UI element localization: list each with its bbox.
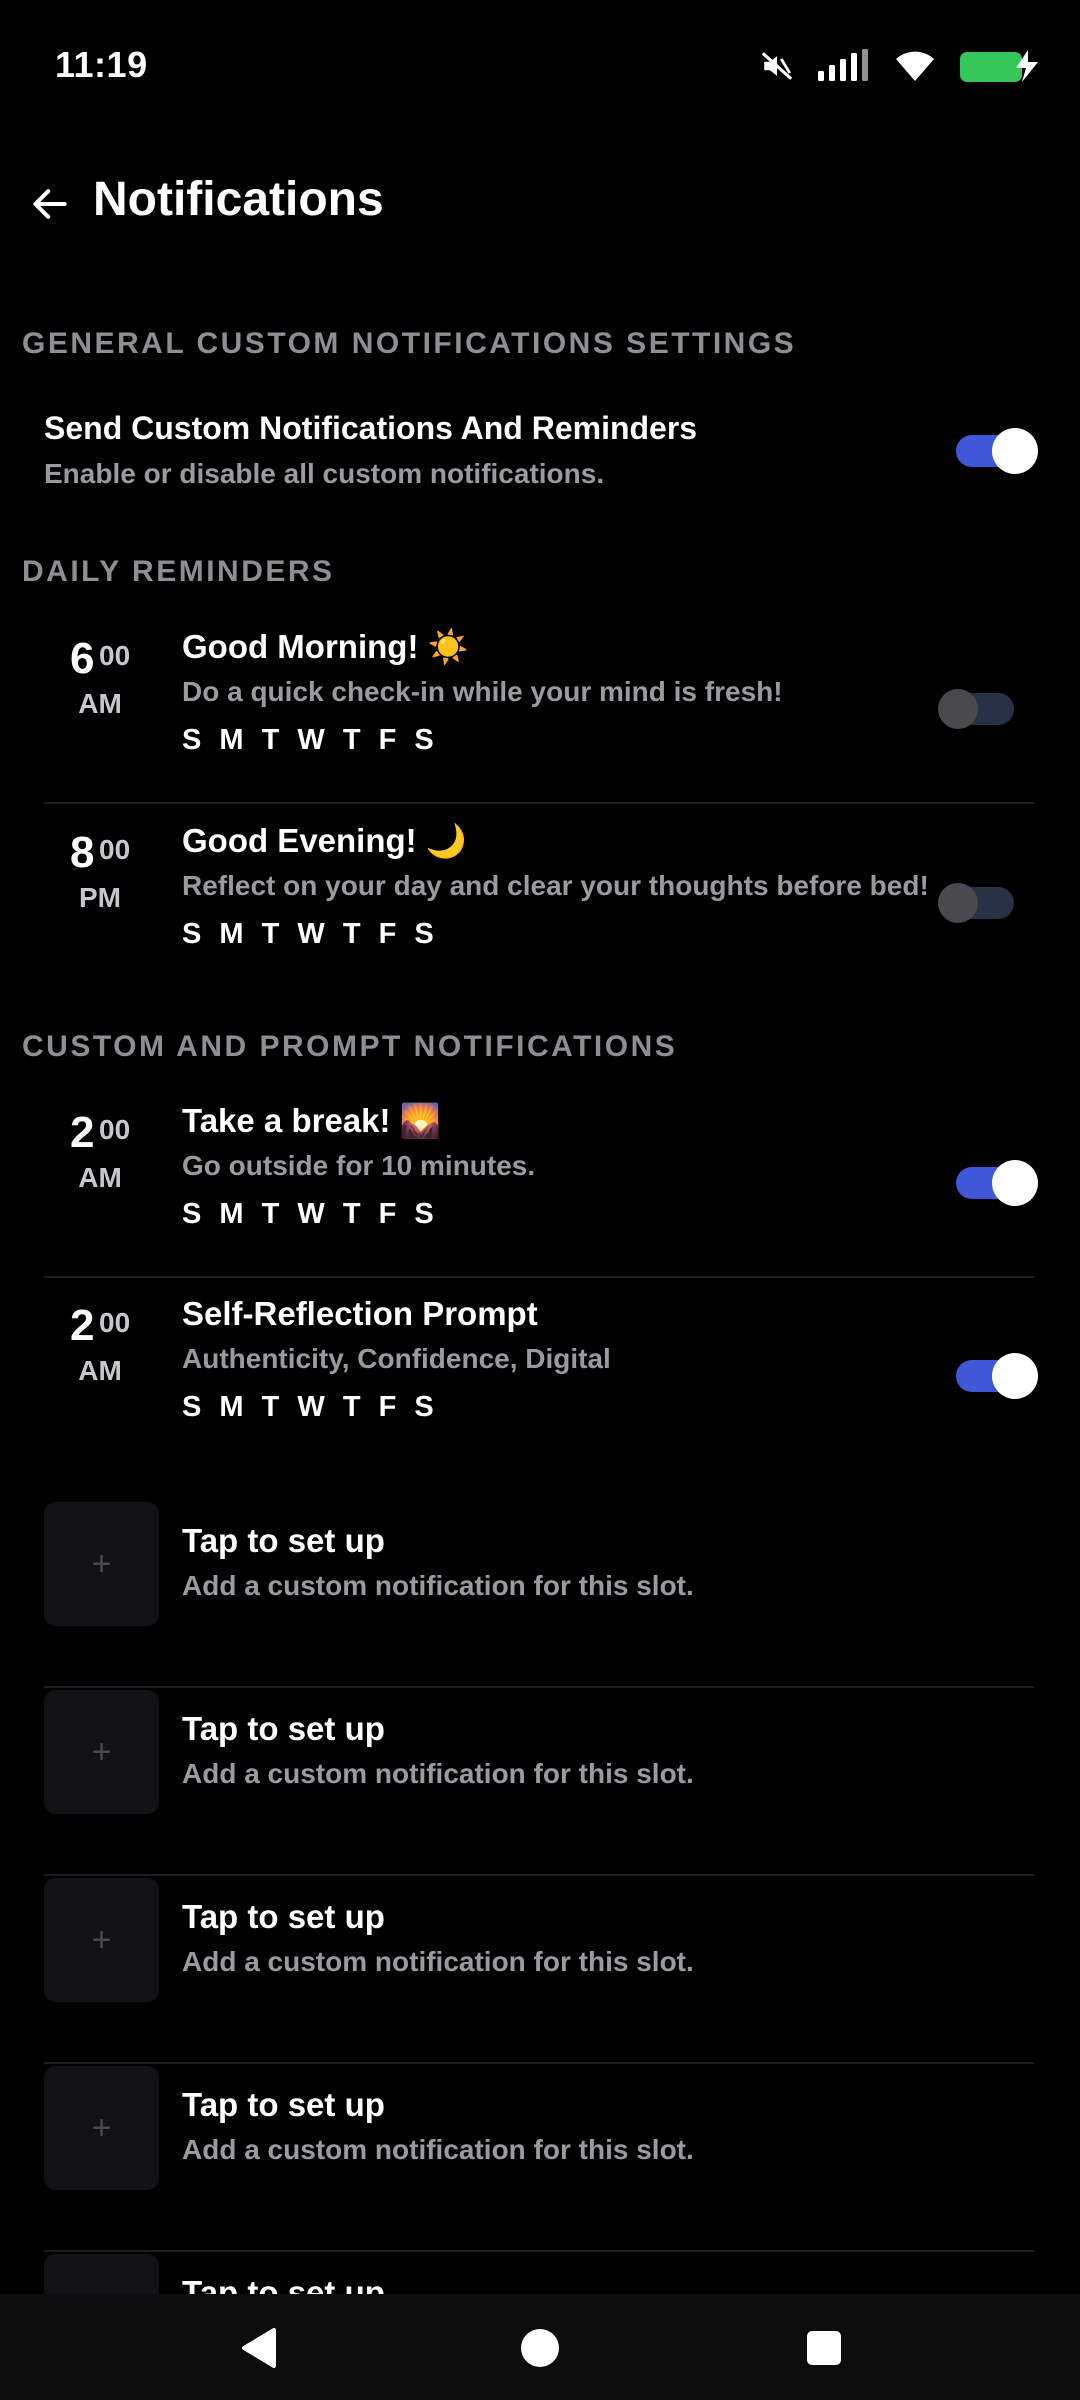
arrow-left-icon (28, 182, 72, 231)
reminder-days: S M T W T F S (182, 724, 439, 756)
slot-subtitle: Add a custom notification for this slot. (182, 2134, 694, 2165)
slot-subtitle: Add a custom notification for this slot. (182, 1758, 694, 1789)
plus-icon: + (44, 2066, 159, 2190)
time-hour: 8 (70, 828, 95, 877)
time-ampm: AM (78, 688, 122, 719)
plus-icon: + (44, 1690, 159, 1814)
page-title: Notifications (93, 173, 384, 226)
reminder-subtitle: Do a quick check-in while your mind is f… (182, 676, 783, 707)
toggle-knob (992, 1353, 1038, 1399)
back-button[interactable] (22, 178, 78, 234)
toggle-knob (938, 689, 978, 729)
reminder-toggle-switch[interactable] (938, 684, 1018, 729)
reminder-toggle-switch[interactable] (956, 1351, 1038, 1399)
time-hour: 2 (70, 1108, 95, 1157)
empty-slot-row[interactable]: + Tap to set up Add a custom notificatio… (44, 1876, 1034, 2064)
reminder-row-evening[interactable]: 8 00 PM Good Evening! 🌙 Reflect on your … (44, 808, 1034, 998)
time-minute: 00 (99, 1114, 131, 1145)
reminder-subtitle: Authenticity, Confidence, Digital (182, 1343, 611, 1374)
nav-back-button[interactable] (230, 2322, 286, 2378)
plus-icon: + (44, 1878, 159, 2002)
status-bar: 11:19 (0, 0, 1080, 130)
reminder-title: Self-Reflection Prompt (182, 1295, 538, 1332)
reminder-time: 2 00 AM (44, 1108, 156, 1228)
master-toggle-title: Send Custom Notifications And Reminders (44, 410, 698, 446)
slot-title: Tap to set up (182, 1898, 385, 1935)
empty-slot-row[interactable]: + Tap to set up Add a custom notificatio… (44, 2064, 1034, 2252)
nav-home-button[interactable] (512, 2322, 568, 2378)
reminder-subtitle: Reflect on your day and clear your thoug… (182, 870, 929, 901)
master-toggle-subtitle: Enable or disable all custom notificatio… (44, 458, 605, 489)
time-hour: 2 (70, 1301, 95, 1350)
time-minute: 00 (99, 1307, 131, 1338)
status-time: 11:19 (55, 44, 148, 85)
reminder-title: Good Morning! ☀️ (182, 628, 469, 665)
time-minute: 00 (99, 834, 131, 865)
reminder-row-morning[interactable]: 6 00 AM Good Morning! ☀️ Do a quick chec… (44, 614, 1034, 804)
toggle-knob (938, 883, 978, 923)
reminder-days: S M T W T F S (182, 918, 439, 950)
battery-charging-icon (958, 48, 1040, 84)
toggle-knob (992, 1160, 1038, 1206)
empty-slot-row[interactable]: + Tap to set up Add a custom notificatio… (44, 1688, 1034, 1876)
time-hour: 6 (70, 634, 95, 683)
row-divider (44, 1276, 1034, 1278)
nav-recents-button[interactable] (796, 2322, 852, 2378)
app-bar: Notifications (0, 160, 1080, 250)
reminder-days: S M T W T F S (182, 1391, 439, 1423)
section-heading-general: GENERAL CUSTOM NOTIFICATIONS SETTINGS (22, 327, 797, 360)
empty-slot-row[interactable]: + Tap to set up Add a custom notificatio… (44, 1500, 1034, 1688)
reminder-toggle-switch[interactable] (956, 1158, 1038, 1206)
signal-icon (816, 49, 872, 83)
slot-subtitle: Add a custom notification for this slot. (182, 1946, 694, 1977)
section-heading-custom: CUSTOM AND PROMPT NOTIFICATIONS (22, 1030, 678, 1063)
time-minute: 00 (99, 640, 131, 671)
custom-notification-row-prompt[interactable]: 2 00 AM Self-Reflection Prompt Authentic… (44, 1281, 1038, 1471)
recents-square-icon (805, 2329, 843, 2372)
home-circle-icon (519, 2327, 561, 2374)
slot-title: Tap to set up (182, 2086, 385, 2123)
row-divider (44, 802, 1034, 804)
custom-notification-row-break[interactable]: 2 00 AM Take a break! 🌄 Go outside for 1… (44, 1088, 1038, 1278)
master-toggle-switch[interactable] (956, 426, 1038, 474)
slot-subtitle: Add a custom notification for this slot. (182, 1570, 694, 1601)
reminder-days: S M T W T F S (182, 1198, 439, 1230)
reminder-time: 2 00 AM (44, 1301, 156, 1421)
system-nav-bar (0, 2294, 1080, 2400)
section-heading-daily: DAILY REMINDERS (22, 555, 335, 588)
reminder-time: 6 00 AM (44, 634, 156, 754)
reminder-title: Take a break! 🌄 (182, 1102, 441, 1139)
wifi-icon (894, 49, 936, 83)
reminder-time: 8 00 PM (44, 828, 156, 948)
status-icons (760, 44, 1040, 88)
slot-title: Tap to set up (182, 1710, 385, 1747)
plus-icon: + (44, 1502, 159, 1626)
toggle-knob (992, 428, 1038, 474)
time-ampm: PM (79, 882, 121, 913)
time-ampm: AM (78, 1355, 122, 1386)
back-triangle-icon (238, 2326, 278, 2375)
reminder-toggle-switch[interactable] (938, 878, 1018, 923)
mute-icon (760, 49, 794, 83)
master-toggle-row[interactable]: Send Custom Notifications And Reminders … (44, 400, 1038, 510)
time-ampm: AM (78, 1162, 122, 1193)
slot-title: Tap to set up (182, 1522, 385, 1559)
reminder-title: Good Evening! 🌙 (182, 822, 467, 859)
reminder-subtitle: Go outside for 10 minutes. (182, 1150, 536, 1181)
